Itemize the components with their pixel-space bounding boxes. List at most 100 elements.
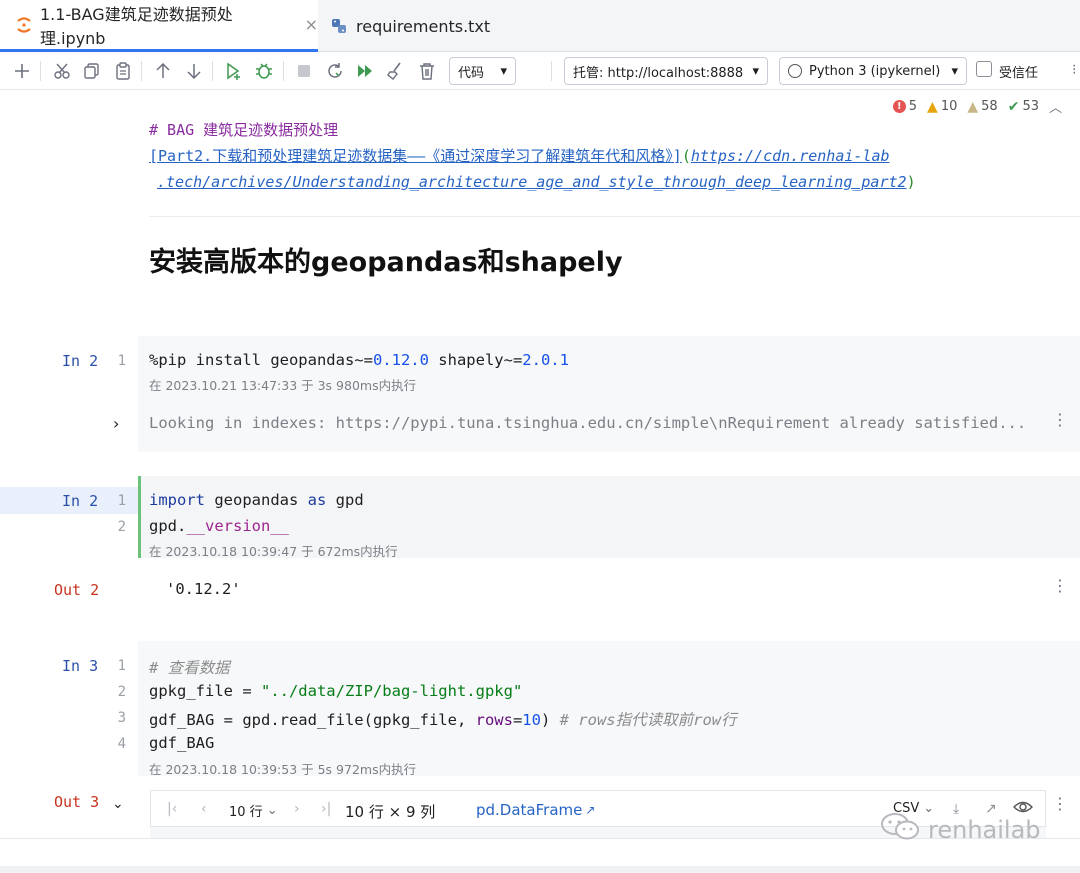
line-number: 4: [117, 736, 126, 752]
tab-requirements[interactable]: requirements.txt: [330, 0, 490, 52]
cell-divider: [149, 216, 1080, 217]
first-page-icon[interactable]: |‹: [167, 801, 177, 817]
kebab-menu-icon[interactable]: ⋮: [1052, 576, 1068, 595]
inspection-status[interactable]: ! 5 ▲ 10 ▲ 58 ✔ 53 ︿: [892, 97, 1062, 116]
horizontal-scrollbar[interactable]: [0, 866, 1080, 873]
warning-count: ▲ 10: [927, 98, 958, 115]
markdown-link-text[interactable]: [Part2.下载和预处理建筑足迹数据集——《通过深度学习了解建筑年代和风格》]: [149, 147, 682, 165]
double-check-icon: ✔: [1007, 98, 1020, 115]
code-number: 0.12.0: [372, 351, 429, 369]
more-actions-icon[interactable]: ⁝: [1072, 62, 1076, 78]
markdown-link-url[interactable]: https://cdn.renhai-lab: [691, 147, 890, 165]
kebab-menu-icon[interactable]: ⋮: [1052, 410, 1068, 429]
code-number: 10: [522, 711, 541, 729]
code-number: 2.0.1: [522, 351, 569, 369]
chevron-up-icon[interactable]: ︿: [1049, 97, 1062, 116]
line-number: 1: [117, 658, 126, 674]
cell-type-select[interactable]: 代码 ▾: [449, 57, 516, 85]
markdown-heading: 安装高版本的geopandas和shapely: [149, 247, 623, 278]
cell-output-label: Out 3: [54, 793, 100, 811]
weak-warning-count: ▲ 58: [967, 98, 998, 115]
warning-icon: ▲: [927, 98, 938, 115]
line-number: 2: [117, 684, 126, 700]
line-number: 1: [117, 493, 126, 509]
trusted-checkbox[interactable]: [976, 61, 992, 77]
move-down-icon[interactable]: [183, 60, 205, 82]
execution-info: 在 2023.10.18 10:39:47 于 672ms内执行: [149, 544, 398, 559]
markdown-link-paren-close: ): [906, 173, 916, 191]
trusted-label: 受信任: [999, 66, 1039, 81]
run-all-icon[interactable]: [354, 60, 376, 82]
kernel-select[interactable]: Python 3 (ipykernel) ▾: [779, 57, 967, 85]
code-text: geopandas: [205, 491, 308, 509]
ok-count: ✔ 53: [1007, 98, 1039, 115]
run-cell-icon[interactable]: [223, 60, 245, 82]
code-line[interactable]: gdf_BAG = gpd.read_file(gpkg_file, rows=…: [149, 708, 737, 730]
toolbar-divider: [40, 61, 41, 81]
add-cell-icon[interactable]: [11, 60, 33, 82]
tab-notebook[interactable]: 1.1-BAG建筑足迹数据预处理.ipynb ×: [0, 0, 318, 52]
copy-icon[interactable]: [81, 60, 103, 82]
tab-requirements-label: requirements.txt: [356, 16, 491, 36]
code-text: =: [512, 711, 523, 729]
code-string: "../data/ZIP/bag-light.gpkg": [260, 682, 523, 700]
expand-output-chevron-icon[interactable]: ›: [113, 414, 119, 433]
caret-down-icon: ⌄: [266, 803, 278, 818]
debug-icon[interactable]: [253, 60, 275, 82]
delete-cell-icon[interactable]: [416, 60, 438, 82]
wechat-icon: [880, 812, 922, 848]
code-line[interactable]: %pip install geopandas~=0.12.0 shapely~=…: [149, 351, 569, 369]
markdown-cell[interactable]: # BAG 建筑足迹数据预处理 [Part2.下载和预处理建筑足迹数据集——《通…: [149, 117, 916, 195]
tab-bar: 1.1-BAG建筑足迹数据预处理.ipynb × requirements.tx…: [0, 0, 1080, 52]
code-keyword: import: [149, 491, 205, 509]
dataframe-type-link[interactable]: pd.DataFrame ↗: [476, 801, 595, 819]
kebab-menu-icon[interactable]: ⋮: [1052, 794, 1068, 813]
execution-info: 在 2023.10.18 10:39:53 于 5s 972ms内执行: [149, 762, 417, 777]
close-icon[interactable]: ×: [305, 15, 318, 34]
restart-kernel-icon[interactable]: [324, 60, 346, 82]
toolbar-divider: [551, 61, 552, 81]
code-comment[interactable]: # 查看数据: [149, 656, 230, 678]
code-text: shapely~=: [428, 351, 523, 369]
cell-output-label: Out 2: [54, 581, 100, 599]
cell-execution-label: In 3: [62, 657, 99, 675]
markdown-link-url-cont[interactable]: .tech/archives/Understanding_architectur…: [157, 173, 907, 191]
execution-info: 在 2023.10.21 13:47:33 于 3s 980ms内执行: [149, 378, 417, 393]
watermark-text: renhailab: [928, 816, 1041, 844]
code-text: %pip install geopandas~=: [149, 351, 373, 369]
code-text: gdf_BAG = gpd.read_file(gpkg_file,: [149, 711, 476, 729]
paste-icon[interactable]: [112, 60, 134, 82]
cut-icon[interactable]: [51, 60, 73, 82]
line-number: 1: [117, 353, 126, 369]
line-number: 2: [117, 519, 126, 535]
code-line[interactable]: gpd.__version__: [149, 517, 289, 535]
cell-output-text: Looking in indexes: https://pypi.tuna.ts…: [149, 414, 1027, 432]
move-up-icon[interactable]: [152, 60, 174, 82]
error-count: ! 5: [892, 99, 917, 114]
prev-page-icon[interactable]: ‹: [201, 801, 207, 817]
stop-icon[interactable]: [293, 60, 315, 82]
page-size-select[interactable]: 10 行 ⌄: [229, 801, 278, 820]
code-comment: # rows指代读取前row行: [559, 711, 737, 729]
cell-execution-label: In 2: [62, 352, 99, 370]
selected-cell-bar: [138, 476, 141, 558]
tab-notebook-label: 1.1-BAG建筑足迹数据预处理.ipynb: [40, 4, 233, 48]
caret-down-icon: ▾: [500, 63, 507, 79]
cell-execution-label: In 2: [62, 492, 99, 510]
code-line[interactable]: import geopandas as gpd: [149, 491, 364, 509]
server-select[interactable]: 托管: http://localhost:8888 ▾: [564, 57, 768, 85]
next-page-icon[interactable]: ›: [294, 801, 300, 817]
toolbar-divider: [283, 61, 284, 81]
caret-down-icon: ▾: [951, 63, 958, 79]
code-dunder: __version__: [186, 517, 289, 535]
dataframe-shape: 10 行 × 9 列: [345, 803, 436, 821]
kernel-status-icon: [788, 64, 802, 78]
code-line[interactable]: gpkg_file = "../data/ZIP/bag-light.gpkg": [149, 682, 522, 700]
code-line[interactable]: gdf_BAG: [149, 734, 214, 752]
clear-outputs-icon[interactable]: [385, 60, 407, 82]
last-page-icon[interactable]: ›|: [321, 801, 331, 817]
collapse-output-chevron-icon[interactable]: ⌄: [112, 796, 124, 812]
code-text: gpd: [326, 491, 364, 509]
toolbar-divider: [212, 61, 213, 81]
weak-warning-icon: ▲: [967, 98, 979, 115]
